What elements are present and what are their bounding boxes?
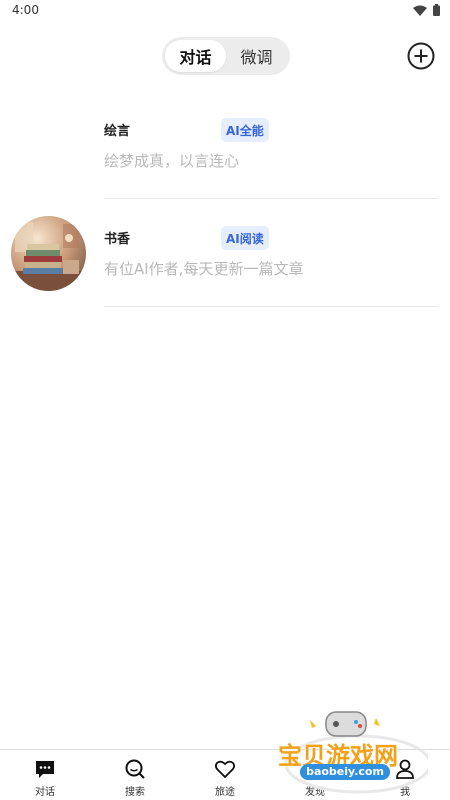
books-image [11,216,86,291]
search-icon [125,759,145,779]
tab-finetune[interactable]: 微调 [226,40,287,72]
nav-item-chat[interactable]: 对话 [0,750,90,800]
divider [104,198,438,199]
chat-name: 绘言 [104,124,131,139]
mode-switch: 对话 微调 [162,37,290,75]
nav-item-me[interactable]: 我 [360,750,450,800]
chat-item[interactable]: 绘言 AI全能 绘梦成真，以言连心 [0,92,450,200]
nav-label: 对话 [35,787,55,798]
battery-icon [433,4,440,16]
plus-circle-icon [407,42,435,70]
person-icon [396,759,414,779]
explore-icon [306,760,324,778]
heart-icon [214,760,236,779]
avatar[interactable] [11,216,86,291]
chat-name: 书香 [104,232,131,247]
chat-tag: AI阅读 [221,226,269,250]
chat-tag: AI全能 [221,118,269,142]
nav-label: 发现 [305,787,325,798]
nav-label: 我 [400,787,410,798]
wifi-icon [413,5,427,16]
divider [104,306,438,307]
chat-icon [36,761,54,778]
status-time: 4:00 [12,3,39,17]
chat-description: 绘梦成真，以言连心 [104,152,240,170]
status-icons [413,4,440,16]
nav-item-search[interactable]: 搜索 [90,750,180,800]
bottom-nav: 对话 搜索 旅途 发现 我 [0,749,450,800]
tab-chat[interactable]: 对话 [165,40,226,72]
nav-label: 旅途 [215,787,235,798]
chat-description: 有位AI作者,每天更新一篇文章 [104,260,304,278]
add-button[interactable] [406,41,436,71]
nav-label: 搜索 [125,787,145,798]
chat-item[interactable]: 书香 AI阅读 有位AI作者,每天更新一篇文章 [0,200,450,308]
nav-item-journey[interactable]: 旅途 [180,750,270,800]
nav-item-explore[interactable]: 发现 [270,750,360,800]
status-bar: 4:00 [0,0,450,22]
